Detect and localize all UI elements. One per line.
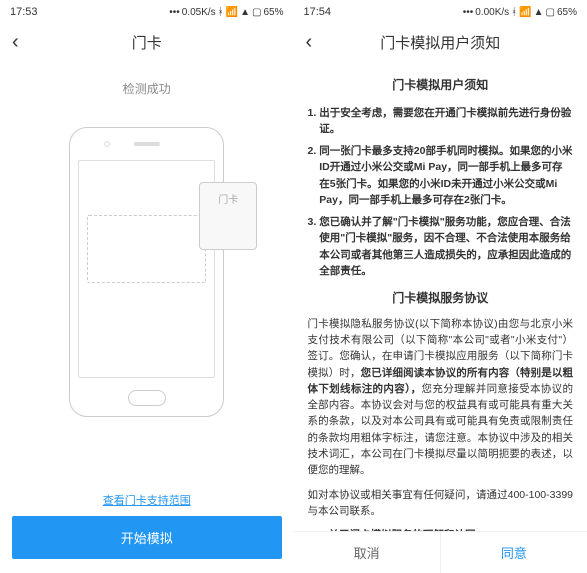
battery-icon: ▢ xyxy=(546,7,555,18)
list-item: 2. 同一张门卡最多支持20部手机同时模拟。如果您的小米ID开通过小米公交或Mi… xyxy=(308,143,574,208)
status-time: 17:54 xyxy=(304,6,332,18)
bluetooth-icon: ᚼ xyxy=(511,7,517,18)
list-item: 3. 您已确认并了解"门卡模拟"服务功能，您应合理、合法使用"门卡模拟"服务，因… xyxy=(308,214,574,279)
status-battery: 65% xyxy=(557,7,577,18)
status-battery: 65% xyxy=(263,7,283,18)
page-title: 门卡 xyxy=(132,32,162,53)
back-button[interactable]: ‹ xyxy=(306,31,313,54)
back-button[interactable]: ‹ xyxy=(12,31,19,54)
status-speed: 0.00K/s xyxy=(475,7,509,18)
screen-door-card: 17:53 ••• 0.05K/s ᚼ 📶 ▲ ▢ 65% ‹ 门卡 检测成功 xyxy=(0,0,294,573)
nav-bar: ‹ 门卡模拟用户须知 xyxy=(294,22,587,62)
cancel-button[interactable]: 取消 xyxy=(294,532,440,573)
agreement-content[interactable]: 门卡模拟用户须知 1. 出于安全考虑，需要您在开通门卡模拟前先进行身份验证。 2… xyxy=(294,62,587,531)
action-bar: 取消 同意 xyxy=(294,531,587,573)
screen-agreement: 17:54 ••• 0.00K/s ᚼ 📶 ▲ ▢ 65% ‹ 门卡模拟用户须知… xyxy=(294,0,587,573)
agreement-heading: 门卡模拟服务协议 xyxy=(308,289,574,308)
signal-icon: 📶 xyxy=(226,7,238,18)
agreement-para: 如对本协议或相关事宜有任何疑问，请通过400-100-3399与本公司联系。 xyxy=(308,487,574,520)
status-right: ••• 0.05K/s ᚼ 📶 ▲ ▢ 65% xyxy=(169,7,283,18)
status-bar: 17:54 ••• 0.00K/s ᚼ 📶 ▲ ▢ 65% xyxy=(294,0,587,22)
support-range-link[interactable]: 查看门卡支持范围 xyxy=(0,492,294,508)
signal-icon: 📶 xyxy=(519,7,531,18)
status-speed: 0.05K/s xyxy=(182,7,216,18)
nav-bar: ‹ 门卡 xyxy=(0,22,294,62)
status-dots: ••• xyxy=(463,7,474,18)
detect-status: 检测成功 xyxy=(0,80,294,97)
card-slot: 门卡 xyxy=(199,182,257,250)
status-bar: 17:53 ••• 0.05K/s ᚼ 📶 ▲ ▢ 65% xyxy=(0,0,294,22)
status-time: 17:53 xyxy=(10,6,38,18)
page-title: 门卡模拟用户须知 xyxy=(380,32,500,53)
wifi-icon: ▲ xyxy=(534,7,544,18)
phone-illustration: 门卡 xyxy=(69,127,224,417)
start-simulate-button[interactable]: 开始模拟 xyxy=(12,516,282,559)
agreement-para: 门卡模拟隐私服务协议(以下简称本协议)由您与北京小米支付技术有限公司（以下简称"… xyxy=(308,316,574,479)
status-dots: ••• xyxy=(169,7,180,18)
status-right: ••• 0.00K/s ᚼ 📶 ▲ ▢ 65% xyxy=(463,7,577,18)
notice-heading: 门卡模拟用户须知 xyxy=(308,76,574,95)
battery-icon: ▢ xyxy=(252,7,261,18)
notice-list: 1. 出于安全考虑，需要您在开通门卡模拟前先进行身份验证。 2. 同一张门卡最多… xyxy=(308,105,574,280)
agree-button[interactable]: 同意 xyxy=(441,532,587,573)
wifi-icon: ▲ xyxy=(240,7,250,18)
bluetooth-icon: ᚼ xyxy=(218,7,224,18)
list-item: 1. 出于安全考虑，需要您在开通门卡模拟前先进行身份验证。 xyxy=(308,105,574,138)
